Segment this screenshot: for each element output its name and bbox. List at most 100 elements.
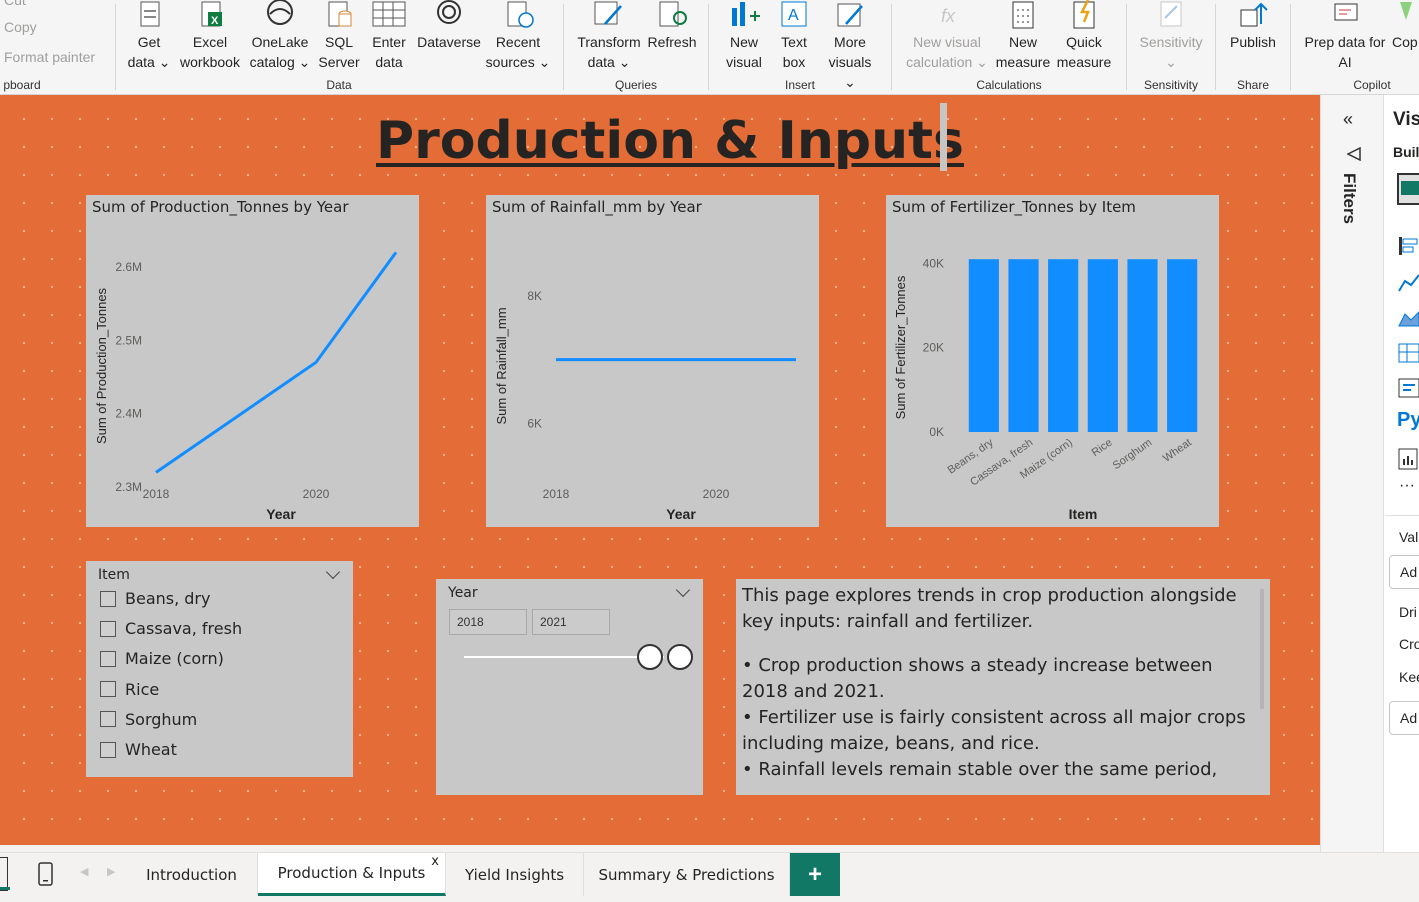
stacked-bar-chart-icon[interactable] (1397, 235, 1419, 257)
card-icon[interactable] (1397, 377, 1419, 399)
add-data-fields-well[interactable]: Ad (1389, 555, 1419, 589)
python-visual-icon[interactable]: Py (1397, 409, 1419, 432)
add-drill-through-fields-well[interactable]: Ad (1389, 701, 1419, 735)
checkbox[interactable] (100, 711, 116, 728)
copilot-button[interactable]: Cop (1392, 0, 1419, 52)
chevron-down-icon[interactable] (325, 564, 341, 580)
divider (1385, 515, 1419, 516)
bar[interactable] (1048, 259, 1079, 432)
title-accent-bar (940, 103, 947, 171)
right-pane: « Filters Vis Buil Py ··· Val Ad Dri Cro… (1320, 95, 1419, 852)
page-tab-label: Summary & Predictions (598, 865, 775, 884)
slicer-item[interactable]: Wheat (100, 740, 177, 759)
excel-workbook-button[interactable]: X Excel workbook (176, 0, 244, 72)
slicer-item-label: Maize (corn) (125, 649, 224, 669)
year-end-input[interactable]: 2021 (532, 609, 610, 635)
y-tick-label: 20K (923, 341, 944, 355)
sensitivity-group-label: Sensitivity (1143, 78, 1199, 92)
slicer-item[interactable]: Cassava, fresh (100, 619, 242, 638)
filters-label: Filters (1340, 173, 1359, 225)
add-page-button[interactable]: + (790, 853, 840, 896)
matrix-icon[interactable] (1397, 342, 1419, 364)
svg-text:fx: fx (941, 6, 956, 26)
report-canvas[interactable]: Production & Inputs Sum of Production_To… (0, 95, 1320, 845)
line-chart-icon[interactable] (1397, 271, 1419, 293)
production-chart[interactable]: Sum of Production_Tonnes by Year 2.3M 2.4… (86, 195, 419, 527)
fx-icon: fx (941, 6, 956, 26)
year-slicer[interactable]: Year 2018 2021 (436, 579, 703, 795)
area-chart-icon[interactable] (1397, 306, 1419, 328)
slicer-item[interactable]: Rice (100, 680, 159, 699)
bar[interactable] (1167, 259, 1198, 432)
more-options-icon[interactable]: ··· (1399, 477, 1415, 495)
recent-sources-button[interactable]: Recent sources ⌄ (484, 0, 552, 72)
summary-text-box[interactable]: This page explores trends in crop produc… (736, 579, 1270, 795)
sql-server-button[interactable]: SQL Server (318, 0, 360, 72)
mobile-layout-icon[interactable] (37, 861, 55, 887)
year-start-input[interactable]: 2018 (449, 609, 527, 635)
get-data-button[interactable]: Get data ⌄ (126, 0, 172, 72)
new-visual-button[interactable]: New visual (722, 0, 766, 72)
sensitivity-button[interactable]: Sensitivity ⌄ (1134, 0, 1208, 72)
cut-button[interactable]: Cut (4, 0, 26, 8)
page-title: Production & Inputs (376, 111, 964, 171)
x-axis-title: Item (1069, 506, 1098, 522)
slicer-item[interactable]: Maize (corn) (100, 649, 224, 668)
slicer-item-label: Sorghum (125, 709, 198, 729)
text-box-button[interactable]: A Text box (772, 0, 816, 72)
transform-data-button[interactable]: Transform data ⌄ (573, 0, 645, 72)
checkbox[interactable] (100, 650, 116, 667)
bar[interactable] (1087, 259, 1118, 432)
build-visual-tab[interactable] (1397, 173, 1419, 205)
slicer-item[interactable]: Sorghum (100, 710, 197, 729)
slider-track[interactable] (464, 656, 664, 658)
chevron-down-icon[interactable] (675, 582, 691, 598)
series-line[interactable] (155, 251, 398, 474)
copy-button[interactable]: Copy (4, 19, 37, 35)
checkbox[interactable] (100, 741, 116, 758)
enter-data-button[interactable]: Enter data (368, 0, 410, 72)
slider-start-handle[interactable] (637, 644, 663, 670)
slicer-item-label: Cassava, fresh (125, 619, 243, 639)
new-measure-button[interactable]: New measure (994, 0, 1052, 72)
item-slicer[interactable]: Item Beans, dry Cassava, fresh Maize (corn… (86, 561, 353, 777)
active-view-indicator (0, 887, 10, 890)
prep-data-icon (1334, 3, 1358, 21)
page-tab[interactable]: Yield Insights (446, 853, 584, 896)
scrollbar[interactable] (1260, 589, 1264, 709)
x-tick-label: Rice (1090, 437, 1115, 459)
new-visual-calculation-button[interactable]: fx New visual calculation ⌄ (900, 0, 994, 72)
paginated-report-icon[interactable] (1397, 447, 1419, 471)
checkbox[interactable] (100, 590, 116, 607)
checkbox[interactable] (100, 681, 116, 698)
collapse-icon[interactable]: « (1343, 109, 1353, 130)
bar[interactable] (1127, 259, 1158, 432)
page-tab[interactable]: Introduction (126, 853, 258, 896)
prep-data-for-ai-button[interactable]: Prep data for AI (1298, 0, 1392, 72)
y-tick-label: 6K (527, 416, 542, 430)
filters-pane-collapsed[interactable]: « Filters (1321, 95, 1384, 852)
desktop-view-icon[interactable] (0, 857, 8, 891)
fertilizer-chart[interactable]: Sum of Fertilizer_Tonnes by Item 0K 20K 40… (886, 195, 1219, 527)
scroll-left-icon[interactable]: ◀ (80, 865, 88, 878)
bar[interactable] (968, 259, 999, 432)
close-tab-icon[interactable]: x (431, 854, 439, 869)
x-tick-label: 2020 (703, 487, 730, 501)
scroll-right-icon[interactable]: ▶ (107, 865, 115, 878)
rainfall-chart[interactable]: Sum of Rainfall_mm by Year 6K 8K 2018 2020 Y… (486, 195, 819, 527)
slicer-item[interactable]: Beans, dry (100, 589, 210, 608)
table-icon (372, 1, 406, 27)
excel-icon: X (201, 1, 222, 27)
publish-button[interactable]: Publish (1224, 0, 1282, 52)
page-tab[interactable]: Summary & Predictions (584, 853, 790, 896)
checkbox[interactable] (100, 620, 116, 637)
page-tab[interactable]: Production & Inputs x (258, 853, 446, 896)
slider-end-handle[interactable] (667, 644, 693, 670)
onelake-catalog-button[interactable]: OneLake catalog ⌄ (248, 0, 312, 72)
format-painter-button[interactable]: Format painter (4, 49, 95, 65)
dataverse-button[interactable]: Dataverse (414, 0, 484, 52)
slicer-item-label: Beans, dry (125, 589, 211, 608)
refresh-button[interactable]: Refresh (646, 0, 698, 52)
quick-measure-button[interactable]: Quick measure (1052, 0, 1116, 72)
bar[interactable] (1008, 259, 1039, 432)
